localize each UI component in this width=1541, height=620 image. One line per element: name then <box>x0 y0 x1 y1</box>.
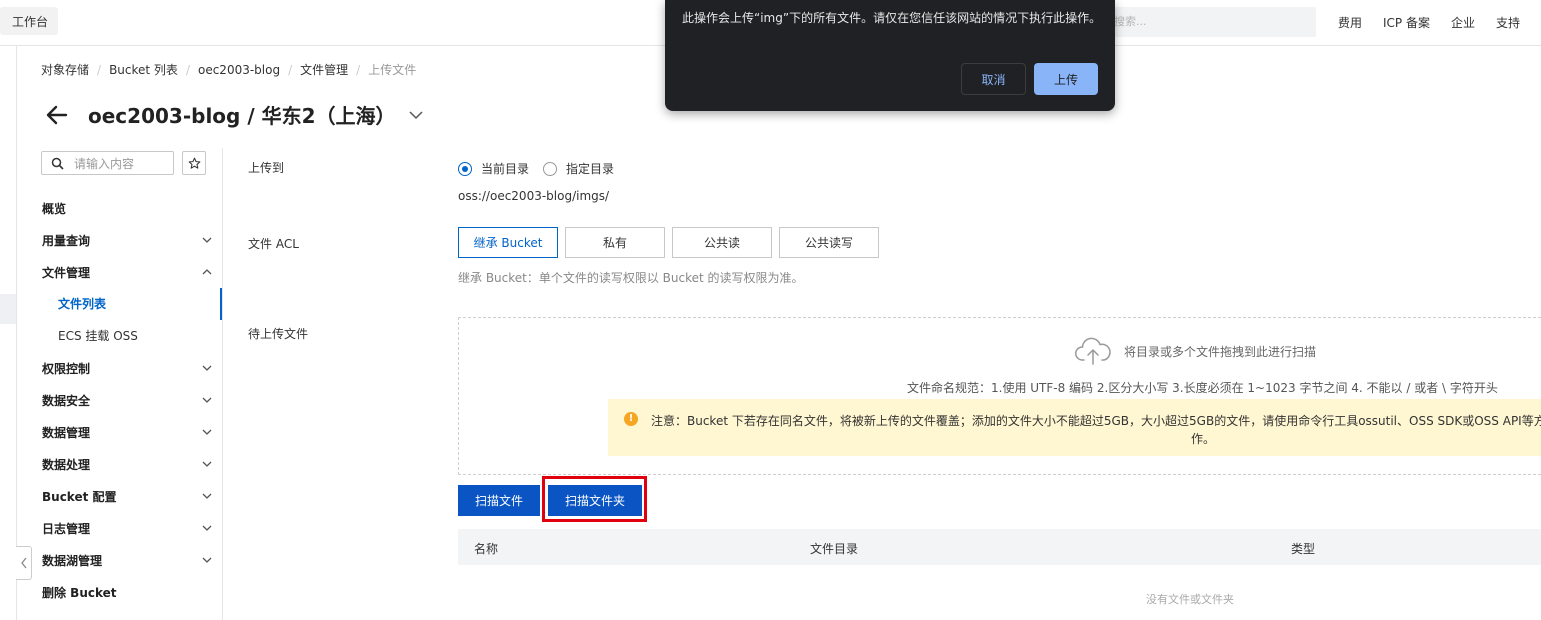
sidebar-item-label: 删除 Bucket <box>42 585 117 600</box>
left-border <box>16 46 17 620</box>
chevron-up-icon <box>202 269 212 275</box>
top-links: 费用 ICP 备案 企业 支持 <box>1338 14 1541 31</box>
acl-hint: 继承 Bucket：单个文件的读写权限以 Bucket 的读写权限为准。 <box>458 271 804 285</box>
sidebar-divider <box>222 148 223 620</box>
scan-files-button[interactable]: 扫描文件 <box>458 485 540 516</box>
radio-specified-dir-label[interactable]: 指定目录 <box>566 160 614 177</box>
sidebar-item-label: 用量查询 <box>42 233 91 248</box>
workbench-label: 工作台 <box>12 14 49 29</box>
sidebar-item-label: 日志管理 <box>42 521 91 536</box>
chevron-down-icon <box>202 493 212 499</box>
sidebar-item-data-lake[interactable]: 数据湖管理 <box>42 548 214 572</box>
sidebar-item-access-control[interactable]: 权限控制 <box>42 356 214 380</box>
column-type: 类型 <box>1291 542 1316 556</box>
chevron-down-icon <box>202 557 212 563</box>
sidebar-item-label: 文件管理 <box>42 265 91 280</box>
chevron-down-icon[interactable] <box>408 107 424 123</box>
column-directory: 文件目录 <box>810 542 859 556</box>
sidebar-item-file-list[interactable]: 文件列表 <box>58 295 106 312</box>
search-icon <box>51 157 64 170</box>
chevron-down-icon <box>202 429 212 435</box>
breadcrumb-oss[interactable]: 对象存储 <box>41 61 89 78</box>
sidebar-item-label: 数据处理 <box>42 457 91 472</box>
sidebar-item-data-security[interactable]: 数据安全 <box>42 388 214 412</box>
upload-to-label: 上传到 <box>248 161 285 175</box>
column-name: 名称 <box>474 542 499 556</box>
sidebar-item-file-management[interactable]: 文件管理 <box>42 260 214 284</box>
radio-current-dir-label[interactable]: 当前目录 <box>481 160 529 177</box>
favorite-button[interactable] <box>182 151 206 175</box>
top-link-billing[interactable]: 费用 <box>1338 14 1362 31</box>
notice-text: 注意：Bucket 下若存在同名文件，将被新上传的文件覆盖；添加的文件大小不能超… <box>651 414 1541 428</box>
back-arrow-icon[interactable] <box>44 102 70 128</box>
top-link-enterprise[interactable]: 企业 <box>1451 14 1475 31</box>
empty-table-text: 没有文件或文件夹 <box>1146 593 1234 606</box>
chevron-down-icon <box>202 237 212 243</box>
sidebar-collapse-button[interactable] <box>16 546 32 580</box>
sidebar-item-log-management[interactable]: 日志管理 <box>42 516 214 540</box>
sidebar-item-label: 数据管理 <box>42 425 91 440</box>
sidebar-item-data-management[interactable]: 数据管理 <box>42 420 214 444</box>
sidebar-item-overview[interactable]: 概览 <box>42 196 214 220</box>
breadcrumb: 对象存储 / Bucket 列表 / oec2003-blog / 文件管理 /… <box>41 61 416 78</box>
sidebar-search-input[interactable]: 请输入内容 <box>41 151 174 175</box>
breadcrumb-bucket[interactable]: oec2003-blog <box>198 63 280 77</box>
sidebar-item-label: Bucket 配置 <box>42 489 117 504</box>
sidebar-item-delete-bucket[interactable]: 删除 Bucket <box>42 580 214 604</box>
acl-public-read-write-button[interactable]: 公共读写 <box>779 227 879 258</box>
cloud-upload-icon <box>1075 337 1111 365</box>
acl-public-read-button[interactable]: 公共读 <box>672 227 772 258</box>
pending-files-label: 待上传文件 <box>248 327 309 341</box>
breadcrumb-file-management[interactable]: 文件管理 <box>300 61 348 78</box>
dialog-cancel-button[interactable]: 取消 <box>961 63 1026 95</box>
notice-text-continued: 作。 <box>1191 432 1216 446</box>
drop-hint-text: 将目录或多个文件拖拽到此进行扫描 <box>1124 344 1317 359</box>
highlight-annotation <box>542 476 647 522</box>
top-link-icp[interactable]: ICP 备案 <box>1383 14 1430 31</box>
upload-target-radio-group: 当前目录 指定目录 <box>458 160 614 177</box>
acl-private-button[interactable]: 私有 <box>565 227 665 258</box>
radio-specified-dir[interactable] <box>543 161 558 176</box>
dialog-message: 此操作会上传“img”下的所有文件。请仅在您信任该网站的情况下执行此操作。 <box>682 11 1102 25</box>
sidebar-item-label: 概览 <box>42 201 67 216</box>
chevron-left-icon <box>20 557 27 569</box>
workbench-button[interactable]: 工作台 <box>0 7 59 35</box>
file-table-header: 名称 文件目录 类型 <box>458 529 1541 565</box>
sidebar-item-label: 数据安全 <box>42 393 91 408</box>
page-title: oec2003-blog / 华东2（上海） <box>88 104 396 128</box>
breadcrumb-separator: / <box>185 62 190 77</box>
notice-banner: ! 注意：Bucket 下若存在同名文件，将被新上传的文件覆盖；添加的文件大小不… <box>608 399 1541 456</box>
chevron-down-icon <box>202 525 212 531</box>
breadcrumb-separator: / <box>288 62 293 77</box>
upload-confirm-dialog: 此操作会上传“img”下的所有文件。请仅在您信任该网站的情况下执行此操作。 取消… <box>665 0 1115 111</box>
top-search-input[interactable]: 搜索... <box>1108 7 1316 37</box>
page-header: oec2003-blog / 华东2（上海） <box>44 100 424 129</box>
sidebar-search-placeholder: 请输入内容 <box>74 156 135 171</box>
chevron-down-icon <box>202 397 212 403</box>
sidebar-item-data-processing[interactable]: 数据处理 <box>42 452 214 476</box>
sidebar-item-label: 数据湖管理 <box>42 553 103 568</box>
acl-label: 文件 ACL <box>248 237 299 251</box>
radio-current-dir[interactable] <box>458 161 472 176</box>
sidebar-item-usage[interactable]: 用量查询 <box>42 228 214 252</box>
drop-hint: 将目录或多个文件拖拽到此进行扫描 <box>1074 336 1316 366</box>
sidebar-item-ecs-mount[interactable]: ECS 挂载 OSS <box>58 327 138 344</box>
top-link-support[interactable]: 支持 <box>1496 14 1520 31</box>
breadcrumb-separator: / <box>97 62 102 77</box>
dialog-upload-button[interactable]: 上传 <box>1034 63 1098 95</box>
breadcrumb-separator: / <box>356 62 361 77</box>
chevron-down-icon <box>202 461 212 467</box>
chevron-down-icon <box>202 365 212 371</box>
naming-rules: 文件命名规范：1.使用 UTF-8 编码 2.区分大小写 3.长度必须在 1~1… <box>907 381 1498 395</box>
upload-path: oss://oec2003-blog/imgs/ <box>458 189 610 203</box>
breadcrumb-bucket-list[interactable]: Bucket 列表 <box>109 61 178 78</box>
sidebar-item-bucket-config[interactable]: Bucket 配置 <box>42 484 214 508</box>
left-rail-marker <box>0 294 16 324</box>
sidebar-item-label: 权限控制 <box>42 361 91 376</box>
star-icon <box>188 157 200 169</box>
top-search-placeholder: 搜索... <box>1114 15 1147 28</box>
acl-inherit-button[interactable]: 继承 Bucket <box>458 227 558 258</box>
breadcrumb-current: 上传文件 <box>368 63 417 77</box>
warning-icon: ! <box>624 412 638 426</box>
